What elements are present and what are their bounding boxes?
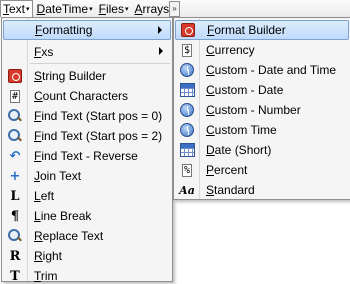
menu-item-label: Formatting: [35, 23, 93, 37]
menu-item-join-text[interactable]: + Join Text: [3, 166, 171, 186]
menu-item-label: Custom Time: [206, 123, 277, 137]
menu-item-label: Replace Text: [34, 229, 104, 243]
menu-item-string-builder[interactable]: String Builder: [3, 66, 171, 86]
calendar-icon: [179, 83, 195, 97]
overflow-chevron-icon[interactable]: »: [169, 1, 180, 17]
menu-item-line-break[interactable]: ¶ Line Break: [3, 206, 171, 226]
letter-R-icon: R: [9, 248, 21, 264]
magnifier-icon: [8, 129, 22, 143]
menu-item-label: Find Text (Start pos = 0): [34, 109, 163, 123]
menu-item-date-short[interactable]: Date (Short): [175, 140, 349, 160]
menu-item-fxs[interactable]: Fxs: [3, 42, 171, 62]
submenu-arrow-icon: [158, 26, 162, 34]
menu-item-label: Custom - Date: [206, 83, 284, 97]
menu-item-trim[interactable]: T Trim: [3, 266, 171, 284]
menu-datetime-label: DateTime: [36, 1, 89, 16]
menu-item-label: Standard: [206, 183, 255, 197]
chevron-down-icon: ▾: [26, 6, 30, 13]
menu-item-label: Right: [34, 249, 63, 263]
menu-item-label: Line Break: [34, 209, 92, 223]
menu-item-standard[interactable]: Aa Standard: [175, 180, 349, 200]
menu-item-label: Trim: [34, 269, 58, 283]
menu-item-label: Custom - Number: [206, 103, 301, 117]
menu-item-replace-text[interactable]: Replace Text: [3, 226, 171, 246]
pilcrow-icon: ¶: [10, 208, 20, 224]
currency-icon: $: [181, 43, 193, 57]
chevron-down-icon: ▾: [124, 5, 129, 13]
menu-item-label: Format Builder: [207, 23, 286, 37]
menu-item-custom-date-time[interactable]: Custom - Date and Time: [175, 60, 349, 80]
menu-item-label: Count Characters: [34, 89, 129, 103]
menu-item-find-text-0[interactable]: Find Text (Start pos = 0): [3, 106, 171, 126]
string-builder-icon: [8, 69, 22, 83]
clock-icon: [180, 103, 194, 117]
blank-icon: [3, 42, 27, 62]
menu-item-label: Date (Short): [206, 143, 272, 157]
menu-item-label: Join Text: [34, 169, 82, 183]
letter-T-icon: T: [10, 268, 20, 284]
text-dropdown-menu: Formatting Fxs String Builder # Count Ch…: [1, 17, 173, 284]
menu-item-label: Left: [34, 189, 55, 203]
menu-item-label: Fxs: [34, 45, 54, 59]
menu-separator: [30, 63, 170, 64]
submenu-arrow-icon: [159, 47, 163, 55]
menu-item-right[interactable]: R Right: [3, 246, 171, 266]
standard-font-icon: Aa: [179, 183, 195, 197]
menu-item-custom-date[interactable]: Custom - Date: [175, 80, 349, 100]
menu-arrays-label: Arrays: [134, 1, 170, 16]
menu-item-label: Find Text - Reverse: [34, 149, 138, 163]
menu-files[interactable]: Files ▾: [97, 0, 131, 17]
menu-item-find-text-2[interactable]: Find Text (Start pos = 2): [3, 126, 171, 146]
letter-L-icon: L: [10, 188, 20, 204]
menu-text[interactable]: Text ▾: [0, 0, 33, 17]
clock-icon: [180, 63, 194, 77]
percent-icon: %: [181, 163, 193, 177]
menu-item-count-characters[interactable]: # Count Characters: [3, 86, 171, 106]
plus-icon: +: [9, 168, 21, 184]
menu-item-custom-number[interactable]: Custom - Number: [175, 100, 349, 120]
menu-datetime[interactable]: DateTime ▾: [35, 0, 95, 17]
menu-item-left[interactable]: L Left: [3, 186, 171, 206]
format-builder-icon: [181, 23, 195, 37]
menu-item-format-builder[interactable]: Format Builder: [175, 20, 349, 40]
menu-files-label: Files: [98, 1, 124, 16]
menu-item-label: String Builder: [34, 69, 107, 83]
replace-magnifier-icon: [8, 229, 22, 243]
menu-item-currency[interactable]: $ Currency: [175, 40, 349, 60]
magnifier-icon: [8, 109, 22, 123]
reverse-arrow-icon: ↶: [9, 148, 21, 164]
menu-item-find-text-reverse[interactable]: ↶ Find Text - Reverse: [3, 146, 171, 166]
menu-item-formatting[interactable]: Formatting: [3, 20, 171, 40]
menu-item-custom-time[interactable]: Custom Time: [175, 120, 349, 140]
menu-item-label: Custom - Date and Time: [206, 63, 337, 77]
count-characters-icon: #: [9, 89, 21, 103]
menu-item-label: Find Text (Start pos = 2): [34, 129, 163, 143]
menu-item-percent[interactable]: % Percent: [175, 160, 349, 180]
menu-item-label: Percent: [206, 163, 248, 177]
calendar-icon: [179, 143, 195, 157]
chevron-down-icon: ▾: [89, 5, 93, 13]
menu-item-label: Currency: [206, 43, 255, 57]
menu-text-label: Text: [3, 2, 26, 16]
clock-icon: [180, 123, 194, 137]
formatting-submenu: Format Builder $ Currency Custom - Date …: [173, 17, 350, 200]
blank-icon: [4, 20, 28, 40]
